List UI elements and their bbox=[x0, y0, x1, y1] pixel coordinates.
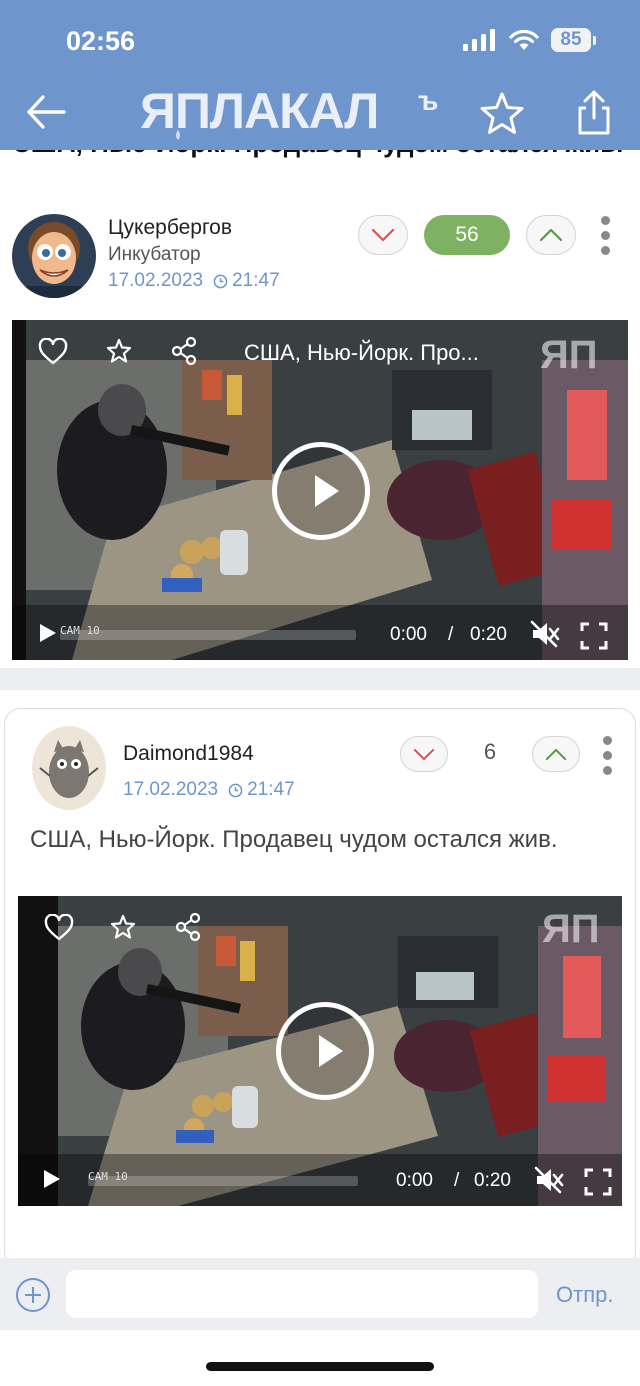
play-icon[interactable] bbox=[272, 442, 370, 540]
post-score: 56 bbox=[424, 215, 510, 255]
wifi-icon bbox=[509, 29, 539, 50]
comment-downvote-button[interactable] bbox=[400, 736, 448, 772]
avatar-image bbox=[12, 214, 96, 298]
video-duration: 0:20 bbox=[470, 624, 507, 645]
comment-date: 17.02.2023 bbox=[123, 779, 219, 800]
chevron-down-icon bbox=[413, 748, 435, 760]
comment-author-avatar[interactable] bbox=[32, 726, 106, 810]
share-icon[interactable] bbox=[572, 88, 616, 138]
control-play-icon[interactable] bbox=[40, 624, 56, 642]
fullscreen-icon[interactable] bbox=[584, 1168, 612, 1196]
mute-icon[interactable] bbox=[530, 620, 560, 648]
watermark-text: ЯП bbox=[540, 333, 598, 374]
back-arrow-icon[interactable] bbox=[24, 92, 68, 132]
status-time: 02:56 bbox=[66, 26, 136, 56]
chevron-up-icon bbox=[539, 228, 563, 242]
battery-indicator: 85 bbox=[551, 28, 596, 52]
comment-upvote-button[interactable] bbox=[532, 736, 580, 772]
comment-score: 6 bbox=[483, 739, 497, 764]
mute-icon[interactable] bbox=[534, 1166, 564, 1194]
comment-author-name[interactable]: Daimond1984 bbox=[123, 742, 254, 766]
logo-suffix: ъ bbox=[418, 85, 438, 116]
author-avatar[interactable] bbox=[12, 214, 96, 298]
video-current-time: 0:00 bbox=[390, 624, 427, 645]
reply-input[interactable] bbox=[66, 1270, 538, 1318]
chevron-down-icon bbox=[371, 228, 395, 242]
clock-icon bbox=[228, 783, 243, 797]
comment-menu-kebab-icon[interactable] bbox=[600, 736, 614, 775]
post-date: 17.02.2023 bbox=[108, 270, 204, 291]
video-progress-bar[interactable] bbox=[60, 630, 356, 640]
author-name[interactable]: Цукербергов bbox=[108, 216, 232, 240]
video-favorite-star-icon[interactable] bbox=[106, 338, 132, 364]
video-progress-bar[interactable] bbox=[88, 1176, 358, 1186]
home-indicator bbox=[206, 1362, 434, 1371]
downvote-button[interactable] bbox=[358, 215, 408, 255]
video-current-time: 0:00 bbox=[396, 1170, 433, 1191]
clock-icon bbox=[213, 274, 228, 288]
like-heart-icon[interactable] bbox=[38, 338, 68, 366]
comment-text: США, Нью-Йорк. Продавец чудом остался жи… bbox=[30, 826, 558, 853]
upvote-button[interactable] bbox=[526, 215, 576, 255]
like-heart-icon[interactable] bbox=[44, 914, 74, 942]
comment-datetime: 17.02.2023 21:47 bbox=[123, 779, 295, 801]
video-duration: 0:20 bbox=[474, 1170, 511, 1191]
video-title: США, Нью-Йорк. Про... bbox=[244, 340, 479, 365]
watermark-logo: ЯП bbox=[542, 907, 600, 948]
network-share-icon[interactable] bbox=[170, 336, 198, 366]
comment-video-player[interactable]: ЯП CAM 10 0:00 / 0:20 bbox=[18, 896, 622, 1206]
top-bar: 02:56 85 ЯПЛАКАЛ ъ bbox=[0, 0, 640, 150]
post-time: 21:47 bbox=[232, 270, 280, 291]
fullscreen-icon[interactable] bbox=[580, 622, 608, 650]
status-icons: 85 bbox=[463, 28, 596, 52]
video-time-separator: / bbox=[454, 1170, 460, 1191]
svg-text:ЯПЛАКАЛ: ЯПЛАКАЛ bbox=[140, 83, 378, 139]
battery-level: 85 bbox=[551, 28, 591, 52]
post-separator bbox=[0, 668, 640, 690]
watermark-text: ЯП bbox=[542, 907, 600, 948]
signal-icon bbox=[463, 29, 495, 51]
watermark-logo: ЯП bbox=[540, 333, 598, 374]
video-favorite-star-icon[interactable] bbox=[110, 914, 136, 940]
post-video-player[interactable]: США, Нью-Йорк. Про... ЯП CAM 10 0:00 / 0… bbox=[12, 320, 628, 660]
battery-tip bbox=[593, 35, 596, 45]
post-datetime: 17.02.2023 21:47 bbox=[108, 270, 280, 292]
play-icon[interactable] bbox=[276, 1002, 374, 1100]
post-menu-kebab-icon[interactable] bbox=[598, 216, 612, 255]
control-play-icon[interactable] bbox=[44, 1170, 60, 1188]
avatar-image bbox=[32, 726, 106, 810]
chevron-up-icon bbox=[545, 748, 567, 760]
add-attachment-icon[interactable] bbox=[16, 1278, 50, 1312]
network-share-icon[interactable] bbox=[174, 912, 202, 942]
comment-time: 21:47 bbox=[247, 779, 295, 800]
video-time-separator: / bbox=[448, 624, 454, 645]
send-button[interactable]: Отпр. bbox=[556, 1282, 613, 1308]
author-rank: Инкубатор bbox=[108, 244, 201, 265]
site-logo[interactable]: ЯПЛАКАЛ ъ bbox=[140, 80, 450, 142]
favorite-star-icon[interactable] bbox=[478, 90, 526, 138]
